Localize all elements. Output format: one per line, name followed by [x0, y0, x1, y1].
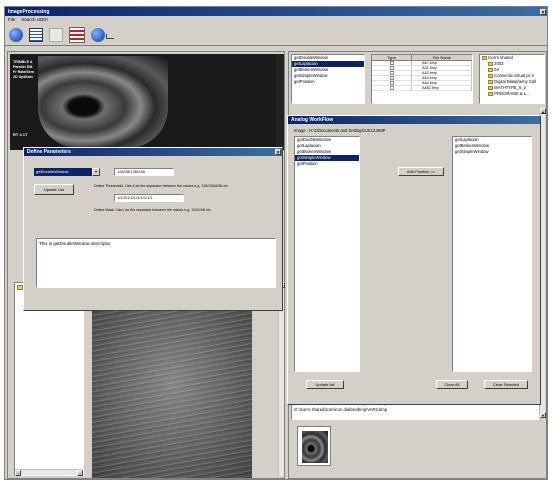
col-header-type[interactable]: Type: [372, 55, 412, 60]
list-item[interactable]: getSimpleWindow: [453, 149, 531, 155]
menu-bar: File Search UDDI: [5, 16, 547, 23]
description-text: This is getDoubleWindow descriptor: [39, 241, 111, 246]
globe-icon[interactable]: [9, 28, 23, 42]
col-header-filename[interactable]: File Name: [412, 55, 472, 60]
list-icon[interactable]: [29, 28, 43, 42]
update-list-button[interactable]: Update list: [306, 380, 344, 389]
workflow-image-label: Image : H:\1\Documents and Settings\US13…: [294, 128, 386, 133]
file-icon: [390, 61, 394, 65]
add-position-button[interactable]: Add Position >>: [398, 167, 444, 176]
define-parameters-dialog: Define Parameters × getDoubleWindow ▾ 12…: [23, 147, 283, 311]
clear-selected-button[interactable]: Clear Selected: [484, 380, 528, 389]
workflow-title-bar: Analog WorkFlow: [288, 116, 540, 124]
scroll-right-arrow[interactable]: ›: [77, 470, 83, 476]
overlay-text: TRIMBLE A Parallel DM Fr Rate/Sem 2D Opt…: [13, 60, 34, 79]
threshold-help-text: Define Thresholds. Use # as the separato…: [94, 184, 229, 188]
table-row[interactable]: AA52.bmp: [372, 86, 472, 91]
app-title-bar: ImageProcessing ×: [5, 7, 547, 16]
blank-icon[interactable]: [49, 28, 63, 42]
folder-icon: [488, 67, 493, 72]
file-table[interactable]: Type File Name AA7.bmp AA1.bmp AA2.bmp A…: [371, 54, 473, 104]
app-title: ImageProcessing: [8, 8, 50, 15]
method-dropdown[interactable]: getDoubleWindow ▾: [34, 168, 100, 176]
globe-connect-icon[interactable]: [91, 28, 105, 42]
chevron-down-icon[interactable]: ▾: [92, 168, 100, 176]
lower-vscroll[interactable]: ▴: [278, 282, 285, 476]
folder-icon: [488, 73, 493, 78]
scroll-up-arrow[interactable]: ▴: [540, 108, 546, 114]
tree-item[interactable]: PROGRAMS & L...: [480, 91, 544, 97]
toolbar: [5, 24, 547, 46]
app-window: ImageProcessing × File Search UDDI TRIMB…: [4, 6, 548, 480]
menu-search-uddi[interactable]: Search UDDI: [21, 16, 48, 23]
list-item[interactable]: getPosition: [295, 161, 359, 167]
ultrasound-image-top: TRIMBLE A Parallel DM Fr Rate/Sem 2D Opt…: [10, 54, 276, 150]
define-params-title-bar: Define Parameters ×: [24, 148, 282, 156]
folder-icon: [488, 79, 493, 84]
mask-input[interactable]: 1/1/3/1/1/1/1/1/1/1/1: [114, 194, 184, 202]
file-icon: [390, 86, 394, 90]
clear-all-button[interactable]: Clear All: [436, 380, 468, 389]
workflow-dialog: Analog WorkFlow Image : H:\1\Documents a…: [287, 115, 541, 405]
depth-label: RT 4 1T: [13, 132, 28, 137]
thumbnail-scan: [302, 431, 328, 463]
ultrasound-scan: [38, 56, 168, 148]
method-dropdown-value: getDoubleWindow: [34, 168, 92, 176]
mask-help-text: Define Mask. Use | as the separator betw…: [94, 208, 211, 212]
scroll-down-arrow[interactable]: ▾: [540, 412, 546, 418]
workflow-title: Analog WorkFlow: [291, 117, 334, 123]
list-item[interactable]: getPosition: [292, 79, 364, 85]
folder-icon: [488, 91, 493, 96]
description-textarea[interactable]: This is getDoubleWindow descriptor: [36, 238, 276, 288]
image-thumbnail[interactable]: [297, 426, 331, 466]
workflow-method-list[interactable]: getDoubleWindow getLaplacian getBrokenWi…: [294, 136, 360, 372]
file-icon: [390, 81, 394, 85]
lower-left-hscroll[interactable]: ‹ ›: [15, 469, 83, 476]
upper-right-dark: [276, 54, 284, 150]
folder-icon: [482, 55, 487, 60]
method-list[interactable]: getDoubleWindow getLaplacian getBrokenWi…: [291, 54, 365, 104]
chart-icon[interactable]: [69, 27, 85, 43]
file-icon: [390, 71, 394, 75]
file-icon: [390, 76, 394, 80]
threshold-input[interactable]: 128/28/128/248: [114, 168, 174, 176]
folder-icon: [488, 85, 493, 90]
ultrasound-image-bottom: [92, 288, 252, 478]
connector-icon: [106, 34, 114, 39]
scroll-left-arrow[interactable]: ‹: [15, 470, 21, 476]
close-icon[interactable]: ×: [540, 8, 546, 16]
list-item[interactable]: G:\Icon's shared\Icon\icon dialose\bmp\V…: [292, 407, 538, 413]
close-icon[interactable]: ×: [275, 149, 281, 156]
define-params-title: Define Parameters: [27, 149, 71, 155]
workflow-selected-list[interactable]: getLaplacian getBrokenWindow getSimpleWi…: [452, 136, 532, 372]
file-icon: [390, 66, 394, 70]
menu-file[interactable]: File: [8, 16, 15, 23]
folder-tree[interactable]: Icon's shared 2003 04 Connectix virtual …: [479, 54, 545, 104]
lower-left-panel: ‹ ›: [14, 282, 84, 476]
update-list-button-params[interactable]: Update List: [34, 184, 74, 195]
folder-icon: [488, 61, 493, 66]
